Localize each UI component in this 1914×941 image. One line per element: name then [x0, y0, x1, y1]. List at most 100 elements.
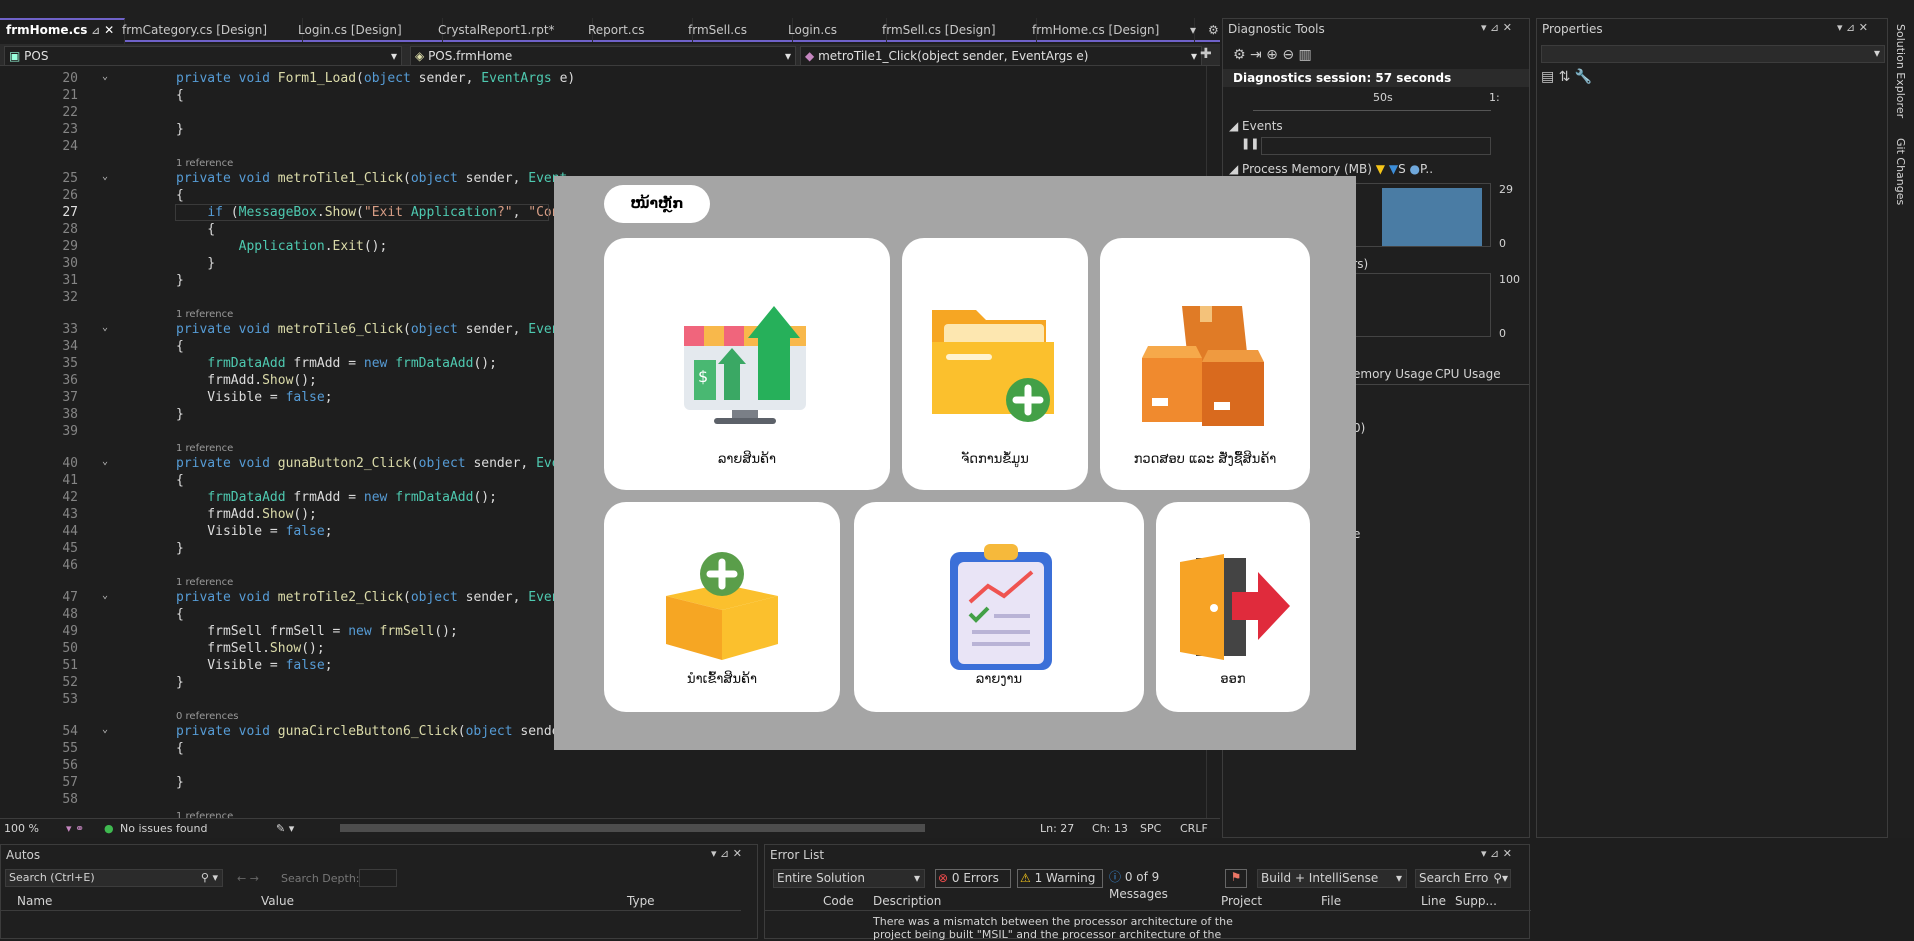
tab-frmhome-design[interactable]: frmHome.cs [Design] — [1026, 18, 1195, 42]
code-line[interactable]: private void metroTile1_Click(object sen… — [176, 171, 567, 186]
code-line[interactable]: } — [176, 122, 184, 137]
code-line[interactable]: private void gunaCircleButton6_Click(obj… — [176, 724, 567, 739]
fold-chevron-icon[interactable]: ⌄ — [102, 456, 112, 467]
tab-frmcategory-design[interactable]: frmCategory.cs [Design] — [116, 18, 303, 42]
tab-cpu-usage[interactable]: CPU Usage — [1435, 367, 1501, 381]
line-ending-indicator[interactable]: CRLF — [1180, 822, 1208, 835]
codelens-reference[interactable]: 1 reference — [176, 577, 233, 588]
line-indicator[interactable]: Ln: 27 — [1040, 822, 1074, 835]
tile-reports[interactable]: ລາຍງານ — [854, 502, 1144, 712]
code-line[interactable]: } — [176, 775, 184, 790]
tab-crystalreport[interactable]: CrystalReport1.rpt* — [432, 18, 593, 42]
code-line[interactable]: { — [176, 88, 184, 103]
tile-data-management[interactable]: ຈັດການຂໍ້ມູນ — [902, 238, 1088, 490]
zoom-icon[interactable]: ▾ ⚭ — [66, 822, 84, 835]
timeline-ruler[interactable]: 50s 1: — [1253, 89, 1500, 111]
code-line[interactable]: } — [176, 273, 184, 288]
code-line[interactable]: if (MessageBox.Show("Exit Application?",… — [175, 204, 567, 221]
code-line[interactable]: private void gunaButton2_Click(object se… — [176, 456, 567, 471]
errors-filter-button[interactable]: ⊗ 0 Errors — [935, 869, 1011, 888]
code-line[interactable]: frmAdd.Show(); — [176, 507, 317, 522]
fold-chevron-icon[interactable]: ⌄ — [102, 171, 112, 182]
error-row-description[interactable]: There was a mismatch between the process… — [873, 915, 1233, 941]
process-memory-section[interactable]: ◢ Process Memory (MB) ▼ ▼S ●P.. — [1229, 162, 1433, 176]
tile-stock-check[interactable]: ກວດສອບ ແລະ ສັ່ງຊື້ສິນຄ້າ — [1100, 238, 1310, 490]
split-icon[interactable]: ✚ — [1200, 46, 1212, 62]
project-combo[interactable]: ▣ POS ▾ — [4, 46, 402, 66]
search-depth-select[interactable] — [359, 869, 397, 887]
fold-chevron-icon[interactable]: ⌄ — [102, 322, 112, 333]
events-section[interactable]: ◢ Events — [1229, 119, 1283, 133]
properties-menu-icon[interactable]: ▾ ⊿ ✕ — [1837, 21, 1868, 34]
warnings-filter-button[interactable]: ⚠ 1 Warning — [1017, 869, 1103, 888]
code-line[interactable]: { — [176, 222, 215, 237]
member-combo[interactable]: ◆ metroTile1_Click(object sender, EventA… — [800, 46, 1202, 66]
build-select[interactable]: Build + IntelliSense ▾ — [1257, 869, 1407, 888]
codelens-reference[interactable]: 1 reference — [176, 443, 233, 454]
pause-icon[interactable]: ❚❚ — [1241, 137, 1259, 150]
code-line[interactable]: { — [176, 473, 184, 488]
close-icon[interactable]: ✕ — [104, 23, 114, 37]
code-line[interactable]: } — [176, 256, 215, 271]
code-line[interactable]: private void metroTile6_Click(object sen… — [176, 322, 567, 337]
error-search-input[interactable]: Search Erro ⚲▾ — [1415, 869, 1511, 888]
code-line[interactable]: } — [176, 541, 184, 556]
nav-arrows-icon[interactable]: ← → — [237, 872, 259, 885]
code-line[interactable]: { — [176, 741, 184, 756]
tab-memory-usage[interactable]: emory Usage — [1353, 367, 1433, 381]
code-line[interactable]: frmSell frmSell = new frmSell(); — [176, 624, 457, 639]
codelens-reference[interactable]: 1 reference — [176, 309, 233, 320]
error-list-menu-icon[interactable]: ▾ ⊿ ✕ — [1481, 847, 1512, 860]
filter-icon[interactable]: ⚑ — [1225, 869, 1247, 888]
settings-icon[interactable]: ⚙ ⇥ ⊕ ⊖ ▥ — [1233, 47, 1312, 63]
categorized-icon[interactable]: ▤ ⇅ 🔧 — [1541, 69, 1592, 85]
code-line[interactable]: } — [176, 675, 184, 690]
codelens-reference[interactable]: 1 reference — [176, 66, 233, 69]
tab-frmhome-cs[interactable]: frmHome.cs ⊿ ✕ — [0, 18, 125, 44]
tab-login-cs[interactable]: Login.cs — [782, 18, 887, 42]
code-line[interactable]: frmSell.Show(); — [176, 641, 324, 656]
code-line[interactable]: { — [176, 607, 184, 622]
code-line[interactable]: Visible = false; — [176, 658, 332, 673]
side-tab-git-changes[interactable]: Git Changes — [1894, 138, 1907, 205]
tile-product-list[interactable]: $ ລາຍສິນຄ້າ — [604, 238, 890, 490]
tile-import-products[interactable]: ນຳເຂົ້າສິນຄ້າ — [604, 502, 840, 712]
pin-icon[interactable]: ⊿ — [92, 26, 100, 37]
code-line[interactable]: private void metroTile2_Click(object sen… — [176, 590, 567, 605]
code-line[interactable]: private void Form1_Load(object sender, E… — [176, 71, 575, 86]
autos-search-input[interactable]: Search (Ctrl+E) ⚲ ▾ — [5, 869, 223, 887]
fold-chevron-icon[interactable]: ⌄ — [102, 590, 112, 601]
tile-exit[interactable]: ອອກ — [1156, 502, 1310, 712]
issues-status[interactable]: No issues found — [120, 822, 207, 835]
code-line[interactable]: { — [176, 188, 184, 203]
brush-icon[interactable]: ✎ ▾ — [276, 822, 294, 835]
horizontal-scrollbar[interactable] — [340, 824, 925, 832]
code-line[interactable]: frmAdd.Show(); — [176, 373, 317, 388]
fold-chevron-icon[interactable]: ⌄ — [102, 71, 112, 82]
zoom-level[interactable]: 100 % — [4, 822, 39, 835]
home-button[interactable]: ໜ້າຫຼັກ — [604, 185, 710, 223]
codelens-reference[interactable]: 1 reference — [176, 158, 233, 169]
properties-object-combo[interactable]: ▾ — [1541, 45, 1885, 63]
code-line[interactable]: { — [176, 339, 184, 354]
messages-filter-button[interactable]: ⓘ 0 of 9 Messages — [1109, 869, 1221, 901]
tab-frmsell-cs[interactable]: frmSell.cs — [682, 18, 793, 42]
tab-login-design[interactable]: Login.cs [Design] — [292, 18, 443, 42]
tab-report-cs[interactable]: Report.cs — [582, 18, 693, 42]
column-indicator[interactable]: Ch: 13 — [1092, 822, 1128, 835]
class-combo[interactable]: ◈ POS.frmHome ▾ — [410, 46, 796, 66]
panel-menu-icon[interactable]: ▾ ⊿ ✕ — [1481, 21, 1512, 34]
tab-frmsell-design[interactable]: frmSell.cs [Design] — [876, 18, 1037, 42]
code-line[interactable]: Application.Exit(); — [176, 239, 388, 254]
code-line[interactable]: frmDataAdd frmAdd = new frmDataAdd(); — [176, 356, 497, 371]
whitespace-indicator[interactable]: SPC — [1140, 822, 1161, 835]
autos-menu-icon[interactable]: ▾ ⊿ ✕ — [711, 847, 742, 860]
side-tab-solution-explorer[interactable]: Solution Explorer — [1894, 24, 1907, 118]
codelens-reference[interactable]: 0 references — [176, 711, 239, 722]
code-line[interactable]: Visible = false; — [176, 524, 332, 539]
code-line[interactable]: Visible = false; — [176, 390, 332, 405]
codelens-reference[interactable]: 1 reference — [176, 811, 233, 818]
code-line[interactable]: frmDataAdd frmAdd = new frmDataAdd(); — [176, 490, 497, 505]
code-line[interactable]: } — [176, 407, 184, 422]
scope-select[interactable]: Entire Solution ▾ — [773, 869, 925, 888]
